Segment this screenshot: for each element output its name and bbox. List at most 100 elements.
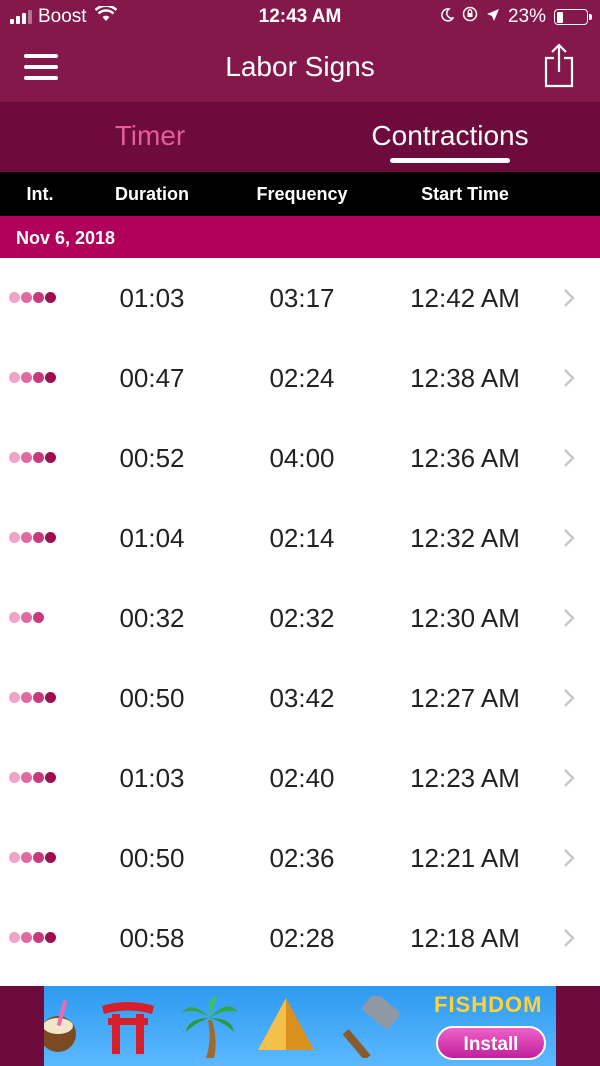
- table-header: Int. Duration Frequency Start Time: [0, 172, 600, 216]
- table-row[interactable]: 00:32 02:32 12:30 AM: [0, 578, 600, 658]
- do-not-disturb-icon: [440, 6, 455, 28]
- intensity-dot: [33, 532, 44, 543]
- chevron-right-icon: [560, 846, 578, 870]
- intensity-dots: [9, 612, 44, 623]
- chevron-right-icon: [560, 366, 578, 390]
- intensity-dot: [9, 372, 20, 383]
- intensity-dot: [21, 932, 32, 943]
- ad-brand-logo: FISHDOM: [434, 992, 543, 1017]
- intensity-dot: [9, 772, 20, 783]
- intensity-dot: [33, 772, 44, 783]
- intensity-dot: [33, 372, 44, 383]
- intensity-dot: [21, 452, 32, 463]
- intensity-dot: [45, 372, 56, 383]
- pyramid-icon: [256, 996, 316, 1061]
- intensity-dot: [9, 292, 20, 303]
- frequency-cell: 02:24: [269, 363, 335, 393]
- chevron-right-icon: [560, 286, 578, 310]
- chevron-right-icon: [560, 446, 578, 470]
- intensity-dots: [9, 292, 56, 303]
- coconut-drink-icon: [44, 996, 80, 1061]
- torii-gate-icon: [100, 996, 156, 1061]
- table-row[interactable]: 00:50 03:42 12:27 AM: [0, 658, 600, 738]
- table-row[interactable]: 00:50 02:36 12:21 AM: [0, 818, 600, 898]
- intensity-dot: [45, 292, 56, 303]
- table-row[interactable]: 01:03 02:40 12:23 AM: [0, 738, 600, 818]
- section-header-date: Nov 6, 2018: [0, 216, 600, 258]
- intensity-dot: [9, 532, 20, 543]
- table-row[interactable]: 00:58 02:28 12:18 AM: [0, 898, 600, 978]
- intensity-dot: [45, 532, 56, 543]
- intensity-dot: [33, 852, 44, 863]
- table-row[interactable]: 00:47 02:24 12:38 AM: [0, 338, 600, 418]
- chevron-right-icon: [560, 526, 578, 550]
- chevron-right-icon: [560, 686, 578, 710]
- table-row[interactable]: 01:04 02:14 12:32 AM: [0, 498, 600, 578]
- frequency-cell: 02:32: [269, 603, 335, 633]
- table-row[interactable]: 01:03 03:17 12:42 AM: [0, 258, 600, 338]
- chevron-right-icon: [560, 606, 578, 630]
- start-time-cell: 12:36 AM: [410, 443, 520, 473]
- intensity-dot: [33, 612, 44, 623]
- intensity-dot: [45, 692, 56, 703]
- section-date-label: Nov 6, 2018: [16, 228, 116, 248]
- intensity-dot: [33, 292, 44, 303]
- chevron-right-icon: [560, 926, 578, 950]
- duration-cell: 00:32: [119, 603, 185, 633]
- intensity-dots: [9, 932, 56, 943]
- intensity-dots: [9, 452, 56, 463]
- tab-timer[interactable]: Timer: [0, 120, 300, 152]
- intensity-dot: [45, 772, 56, 783]
- intensity-dots: [9, 532, 56, 543]
- duration-cell: 01:04: [119, 523, 185, 553]
- intensity-dots: [9, 772, 56, 783]
- ad-creative[interactable]: FISHDOM Install: [44, 986, 556, 1066]
- tab-contractions[interactable]: Contractions: [300, 120, 600, 152]
- column-header-intensity: Int.: [26, 184, 54, 204]
- frequency-cell: 02:14: [269, 523, 335, 553]
- start-time-cell: 12:32 AM: [410, 523, 520, 553]
- table-row[interactable]: 00:52 04:00 12:36 AM: [0, 418, 600, 498]
- intensity-dot: [9, 612, 20, 623]
- start-time-cell: 12:23 AM: [410, 763, 520, 793]
- intensity-dot: [21, 372, 32, 383]
- start-time-cell: 12:30 AM: [410, 603, 520, 633]
- start-time-cell: 12:18 AM: [410, 923, 520, 953]
- intensity-dot: [45, 852, 56, 863]
- intensity-dot: [9, 932, 20, 943]
- intensity-dot: [33, 452, 44, 463]
- selected-tab-indicator: [390, 158, 510, 163]
- duration-cell: 00:52: [119, 443, 185, 473]
- intensity-dot: [21, 292, 32, 303]
- column-header-frequency: Frequency: [256, 184, 348, 204]
- intensity-dot: [21, 532, 32, 543]
- intensity-dot: [9, 452, 20, 463]
- page-title: Labor Signs: [225, 51, 375, 82]
- intensity-dot: [21, 772, 32, 783]
- frequency-cell: 02:28: [269, 923, 335, 953]
- share-icon[interactable]: [542, 42, 576, 88]
- palm-tree-icon: [182, 996, 238, 1063]
- contractions-list: 01:03 03:17 12:42 AM 00:47 02:24 12:38 AM 00:5…: [0, 258, 600, 978]
- intensity-dot: [9, 692, 20, 703]
- battery-icon: [554, 9, 592, 25]
- intensity-dots: [9, 852, 56, 863]
- start-time-cell: 12:42 AM: [410, 283, 520, 313]
- intensity-dot: [9, 852, 20, 863]
- ad-install-button[interactable]: Install: [436, 1026, 546, 1060]
- frequency-cell: 02:36: [269, 843, 335, 873]
- duration-cell: 00:58: [119, 923, 185, 953]
- intensity-dot: [33, 692, 44, 703]
- duration-cell: 00:47: [119, 363, 185, 393]
- duration-cell: 00:50: [119, 843, 185, 873]
- battery-percent: 23%: [507, 6, 546, 27]
- start-time-cell: 12:38 AM: [410, 363, 520, 393]
- duration-cell: 00:50: [119, 683, 185, 713]
- intensity-dot: [45, 932, 56, 943]
- navigation-bar: Labor Signs: [0, 34, 600, 102]
- frequency-cell: 02:40: [269, 763, 335, 793]
- intensity-dot: [21, 852, 32, 863]
- ad-banner[interactable]: FISHDOM Install: [0, 986, 600, 1066]
- column-header-duration: Duration: [115, 184, 189, 204]
- battery-level-fill: [556, 11, 564, 23]
